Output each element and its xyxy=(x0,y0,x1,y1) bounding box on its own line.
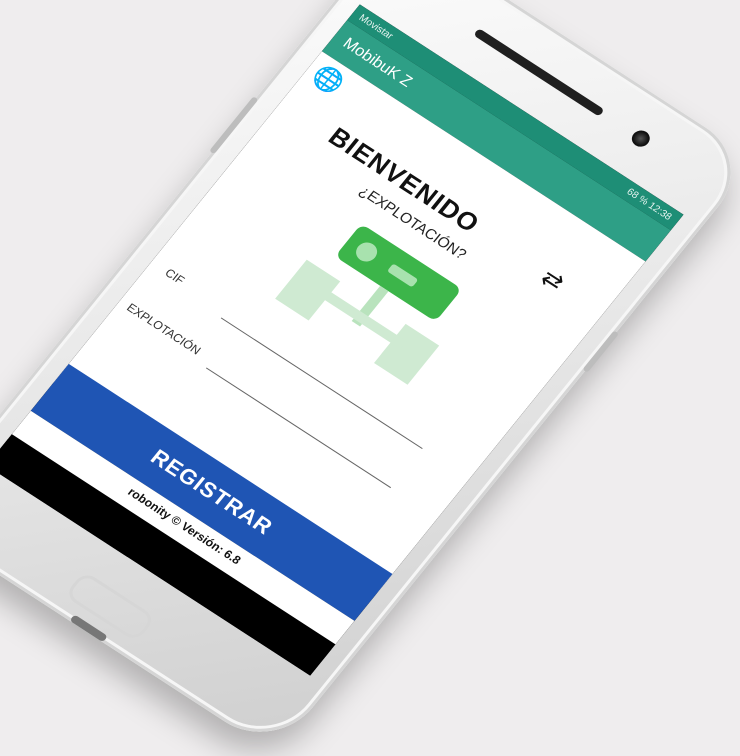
explotacion-label: EXPLOTACIÓN xyxy=(123,300,204,358)
logo-crossbar xyxy=(316,286,407,350)
globe-icon[interactable]: 🌐 xyxy=(306,60,349,99)
app-logo xyxy=(275,226,459,385)
cif-label: CIF xyxy=(162,265,188,288)
swap-arrows-icon[interactable]: ⇄ xyxy=(535,263,570,297)
phone-device: Movistar 68 % 12:38 MobibuK Z 🌐 BIENVENI… xyxy=(0,0,740,755)
logo-left-block xyxy=(275,259,341,321)
